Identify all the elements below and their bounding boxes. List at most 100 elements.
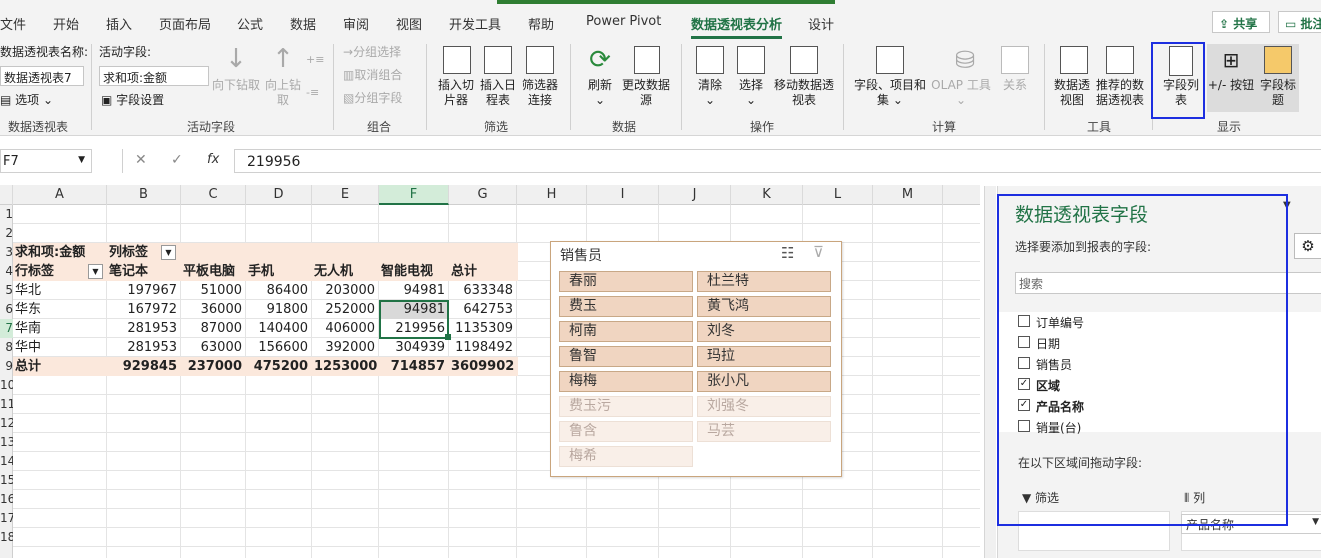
drill-down-button[interactable]: 向下钻取	[210, 78, 262, 93]
column-header-I[interactable]: I	[587, 185, 659, 205]
slicer-item[interactable]: 鲁含	[559, 421, 693, 442]
tab-help[interactable]: 帮助	[528, 14, 554, 33]
insert-timeline-button[interactable]: 插入日程表	[477, 78, 519, 108]
plus-minus-buttons[interactable]: +/- 按钮	[1206, 78, 1256, 93]
pivot-value-cell[interactable]: 140400	[248, 319, 311, 338]
row-header-2[interactable]: 2	[0, 224, 13, 243]
tab-data[interactable]: 数据	[290, 14, 316, 33]
olap-tools-button[interactable]: OLAP 工具 ⌄	[929, 78, 993, 108]
slicer-item[interactable]: 费玉	[559, 296, 693, 317]
pivot-grand-total-cell[interactable]: 3609902	[451, 357, 516, 376]
select-all-corner[interactable]	[0, 185, 13, 205]
column-header-G[interactable]: G	[449, 185, 517, 205]
recommended-pivot-button[interactable]: 推荐的数据透视表	[1093, 78, 1147, 108]
field-settings-button[interactable]: ▣ 字段设置	[101, 93, 164, 108]
pivot-row-label-cell[interactable]: 华北	[15, 281, 106, 300]
slicer-item[interactable]: 鲁智	[559, 346, 693, 367]
expand-field-icon[interactable]: +≡	[306, 52, 324, 67]
pivot-value-cell[interactable]: 36000	[183, 300, 245, 319]
column-header-K[interactable]: K	[731, 185, 803, 205]
pivot-value-cell[interactable]: 156600	[248, 338, 311, 357]
pivot-value-cell[interactable]: 86400	[248, 281, 311, 300]
tab-formulas[interactable]: 公式	[237, 14, 263, 33]
collapse-field-icon[interactable]: -≡	[306, 85, 319, 100]
row-header-17[interactable]: 17	[0, 509, 13, 528]
column-filter-dropdown-icon[interactable]: ▼	[161, 245, 176, 260]
refresh-button[interactable]: 刷新 ⌄	[580, 78, 620, 108]
name-box-dropdown-icon[interactable]: ▼	[78, 155, 85, 165]
pivot-grand-total-cell[interactable]: 237000	[183, 357, 245, 376]
row-header-16[interactable]: 16	[0, 490, 13, 509]
row-header-18[interactable]: 18	[0, 528, 13, 547]
relationships-button[interactable]: 关系	[995, 78, 1035, 93]
tab-review[interactable]: 审阅	[343, 14, 369, 33]
row-header-7[interactable]: 7	[0, 319, 13, 338]
clear-filter-icon[interactable]: ⊽	[813, 243, 824, 261]
slicer-item[interactable]: 杜兰特	[697, 271, 831, 292]
slicer-item[interactable]: 柯南	[559, 321, 693, 342]
pivot-value-cell[interactable]: 406000	[314, 319, 378, 338]
change-source-button[interactable]: 更改数据源	[619, 78, 673, 108]
pivot-value-cell[interactable]: 633348	[451, 281, 516, 300]
cancel-icon[interactable]: ✕	[135, 152, 147, 168]
row-filter-dropdown-icon[interactable]: ▼	[88, 264, 103, 279]
row-header-8[interactable]: 8	[0, 338, 13, 357]
pivot-column-header[interactable]: 笔记本	[109, 262, 180, 281]
pivot-value-cell[interactable]: 94981	[381, 281, 448, 300]
clear-button[interactable]: 清除 ⌄	[690, 78, 730, 108]
row-header-3[interactable]: 3	[0, 243, 13, 262]
pivotchart-button[interactable]: 数据透视图	[1052, 78, 1092, 108]
tab-file[interactable]: 文件	[0, 14, 26, 33]
column-header-E[interactable]: E	[312, 185, 379, 205]
enter-icon[interactable]: ✓	[171, 152, 183, 168]
pivot-grand-total-cell[interactable]: 929845	[109, 357, 180, 376]
filter-connections-button[interactable]: 筛选器连接	[519, 78, 561, 108]
multi-select-icon[interactable]: ☷	[781, 244, 794, 262]
group-selection-button[interactable]: →分组选择	[343, 45, 401, 60]
pivot-value-cell[interactable]: 304939	[381, 338, 448, 357]
column-header-C[interactable]: C	[181, 185, 246, 205]
pivot-value-cell[interactable]: 87000	[183, 319, 245, 338]
pivot-options-button[interactable]: ▤ 选项 ⌄	[0, 93, 53, 108]
field-headers-button[interactable]: 字段标题	[1258, 78, 1298, 108]
move-pivot-button[interactable]: 移动数据透视表	[772, 78, 836, 108]
pivot-column-header[interactable]: 手机	[248, 262, 311, 281]
pivot-value-cell[interactable]: 392000	[314, 338, 378, 357]
row-header-5[interactable]: 5	[0, 281, 13, 300]
slicer-item[interactable]: 刘冬	[697, 321, 831, 342]
slicer-item[interactable]: 刘强冬	[697, 396, 831, 417]
row-header-4[interactable]: 4	[0, 262, 13, 281]
pivot-value-cell[interactable]: 197967	[109, 281, 180, 300]
pivot-value-field[interactable]: 求和项:金额	[15, 243, 106, 262]
pivot-value-cell[interactable]: 51000	[183, 281, 245, 300]
tab-design[interactable]: 设计	[808, 14, 834, 33]
tab-view[interactable]: 视图	[396, 14, 422, 33]
row-header-11[interactable]: 11	[0, 395, 13, 414]
column-header-L[interactable]: L	[803, 185, 873, 205]
slicer-item[interactable]: 费玉污	[559, 396, 693, 417]
row-header-14[interactable]: 14	[0, 452, 13, 471]
drill-up-button[interactable]: 向上钻取	[263, 78, 303, 108]
pane-splitter[interactable]	[984, 186, 996, 558]
column-header-M[interactable]: M	[873, 185, 943, 205]
pivot-value-cell[interactable]: 252000	[314, 300, 378, 319]
pivot-value-cell[interactable]: 1198492	[451, 338, 516, 357]
ungroup-button[interactable]: ▥取消组合	[343, 68, 402, 83]
slicer-item[interactable]: 黄飞鸿	[697, 296, 831, 317]
tab-insert[interactable]: 插入	[106, 14, 132, 33]
row-header-12[interactable]: 12	[0, 414, 13, 433]
slicer-item[interactable]: 马芸	[697, 421, 831, 442]
slicer-item[interactable]: 梅梅	[559, 371, 693, 392]
fx-icon[interactable]: fx	[207, 152, 219, 167]
pivot-value-cell[interactable]: 203000	[314, 281, 378, 300]
pivot-value-cell[interactable]: 281953	[109, 319, 180, 338]
pivot-value-cell[interactable]: 1135309	[451, 319, 516, 338]
pivot-value-cell[interactable]: 642753	[451, 300, 516, 319]
column-header-H[interactable]: H	[517, 185, 587, 205]
fields-items-button[interactable]: 字段、项目和集 ⌄	[852, 78, 928, 108]
name-box[interactable]: F7 ▼	[0, 149, 92, 173]
tab-power-pivot[interactable]: Power Pivot	[586, 14, 661, 29]
tab-home[interactable]: 开始	[53, 14, 79, 33]
tab-developer[interactable]: 开发工具	[449, 14, 501, 33]
formula-input[interactable]: 219956	[234, 149, 1321, 173]
